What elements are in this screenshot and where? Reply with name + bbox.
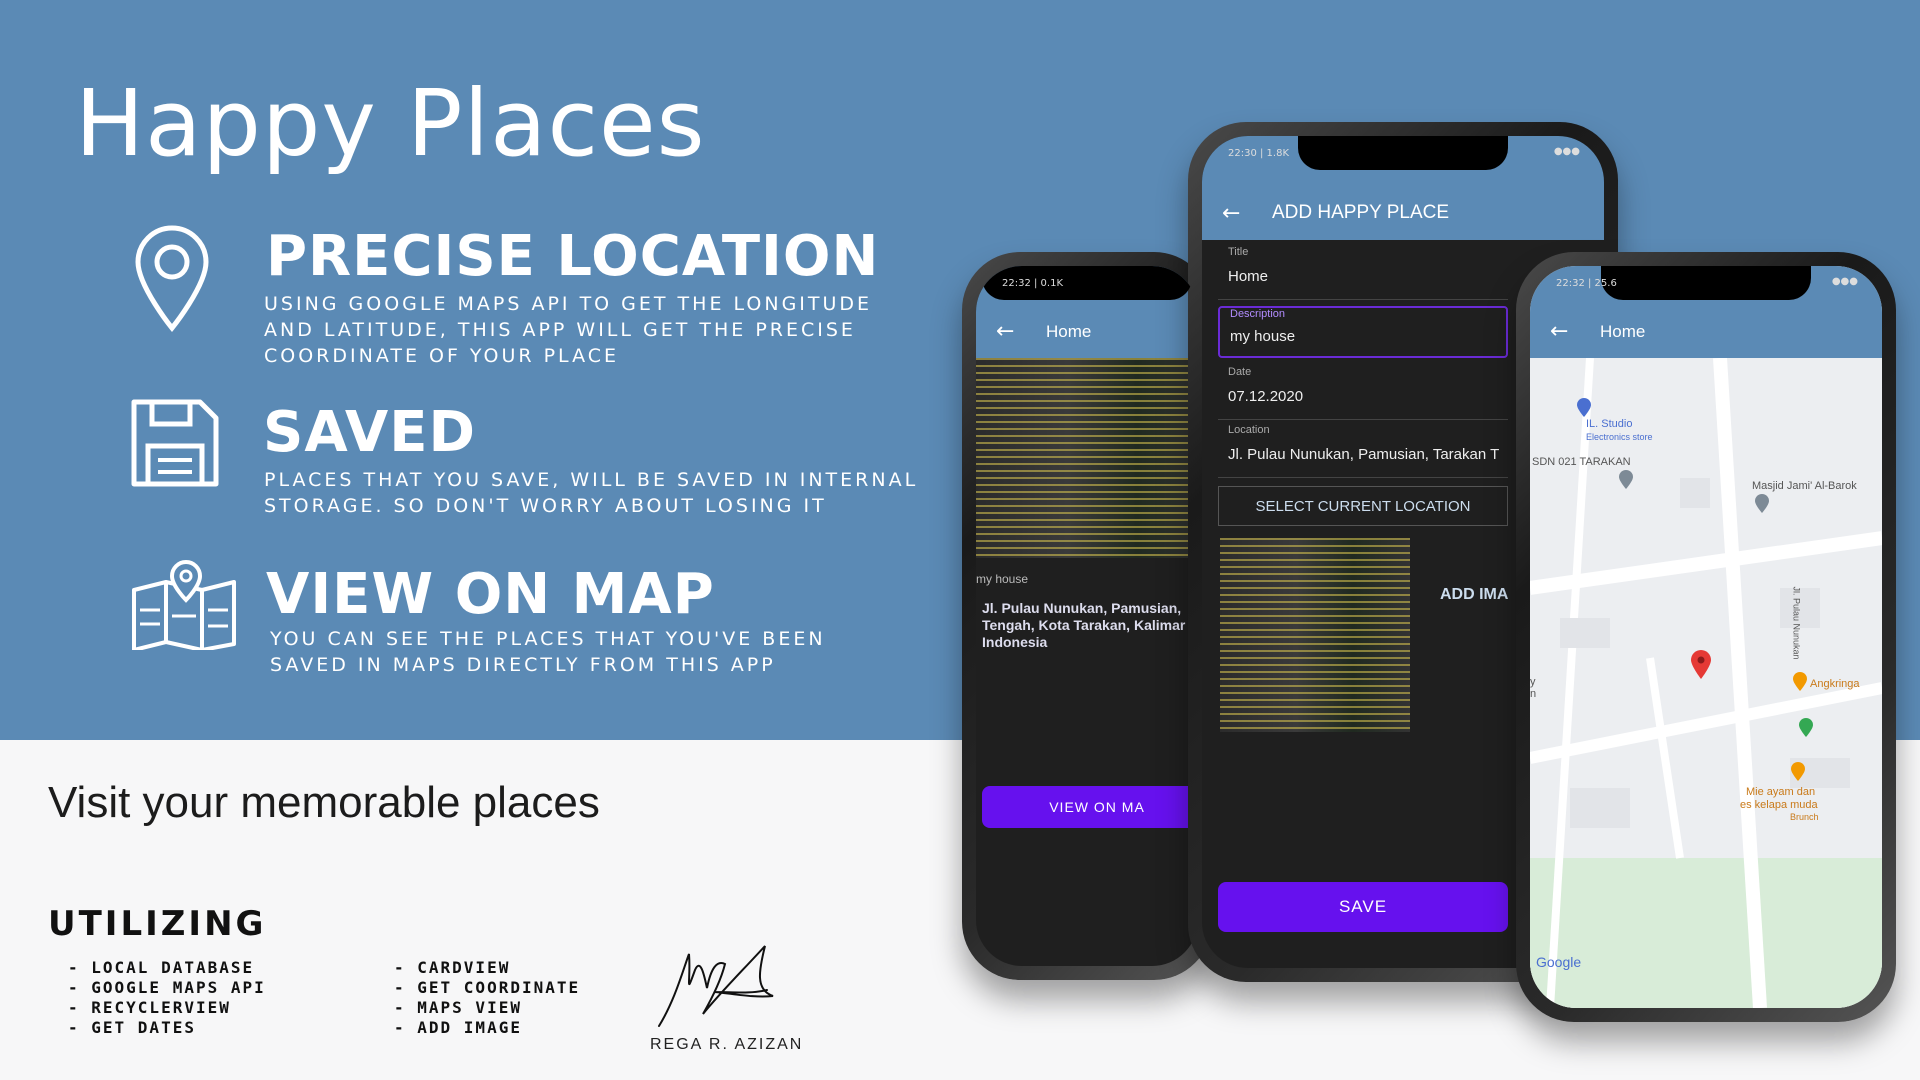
map-label-road: Jl. Pulau Nunukan <box>1791 586 1802 660</box>
list-item: GET DATES <box>68 1018 266 1038</box>
feature-text-precise-location: USING GOOGLE MAPS API TO GET THE LONGITU… <box>264 293 873 367</box>
phone-screen: 22:32 | 25.6 ●●● ← Home IL. Studio Elect… <box>1530 266 1882 1008</box>
school-pin-icon <box>1619 470 1633 489</box>
app-title: Happy Places <box>75 70 706 177</box>
selected-image-preview <box>1220 538 1410 732</box>
utilizing-title: UTILIZING <box>48 904 267 944</box>
feature-heading-view-on-map: VIEW ON MAP <box>266 562 715 627</box>
app-bar-title: Home <box>1600 322 1646 341</box>
store-pin-icon <box>1577 398 1591 417</box>
utilizing-list-2: CARDVIEW GET COORDINATE MAPS VIEW ADD IM… <box>394 958 580 1038</box>
location-field-label: Location <box>1228 424 1270 436</box>
map-view[interactable]: IL. Studio Electronics store SDN 021 TAR… <box>1530 358 1882 1008</box>
place-description: my house <box>976 572 1029 586</box>
add-image-button[interactable]: ADD IMA <box>1440 586 1508 604</box>
food-pin-icon <box>1791 762 1805 781</box>
feature-heading-precise-location: PRECISE LOCATION <box>266 224 880 289</box>
utilizing-list-1: LOCAL DATABASE GOOGLE MAPS API RECYCLERV… <box>68 958 266 1038</box>
feature-text-view-on-map: YOU CAN SEE THE PLACES THAT YOU'VE BEEN … <box>270 628 826 676</box>
feature-text-saved: PLACES THAT YOU SAVE, WILL BE SAVED IN I… <box>264 469 919 517</box>
list-item: RECYCLERVIEW <box>68 998 266 1018</box>
view-on-map-button[interactable]: VIEW ON MA <box>982 786 1198 828</box>
list-item: MAPS VIEW <box>394 998 580 1018</box>
back-arrow-icon[interactable]: ← <box>1222 201 1240 226</box>
map-label-mosque: Masjid Jami' Al-Barok <box>1752 480 1857 492</box>
save-button[interactable]: SAVE <box>1218 882 1508 932</box>
location-field-value: Jl. Pulau Nunukan, Pamusian, Tarakan T <box>1228 446 1500 463</box>
description-field-label: Description <box>1230 308 1286 320</box>
title-field-value: Home <box>1228 268 1269 285</box>
status-icons: ●●● <box>1831 276 1858 287</box>
phone-screen: 22:32 | 0.1K ← Home my house Jl. Pulau N… <box>976 266 1198 966</box>
select-current-location-button[interactable]: SELECT CURRENT LOCATION <box>1218 486 1508 526</box>
date-field-value: 07.12.2020 <box>1228 388 1304 405</box>
description-field[interactable]: Description my house <box>1218 306 1508 358</box>
map-label-food-1: Mie ayam dan <box>1746 786 1816 798</box>
map-label-studio: IL. Studio <box>1586 418 1633 430</box>
feature-heading-saved: SAVED <box>263 400 476 465</box>
back-arrow-icon[interactable]: ← <box>996 319 1014 344</box>
folded-map-icon <box>130 560 238 650</box>
map-label-angkringan: Angkringa <box>1810 678 1860 690</box>
status-bar-time: 22:32 | 25.6 <box>1556 278 1617 289</box>
floppy-disk-icon <box>130 398 220 488</box>
phone-notch <box>1601 266 1811 300</box>
date-field[interactable]: Date 07.12.2020 <box>1218 362 1508 420</box>
list-item: GOOGLE MAPS API <box>68 978 266 998</box>
google-logo: Google <box>1536 954 1582 970</box>
phone-notch <box>1298 136 1508 170</box>
map-label-studio-sub: Electronics store <box>1586 432 1653 442</box>
list-item: ADD IMAGE <box>394 1018 580 1038</box>
app-bar-title: Home <box>1046 322 1092 341</box>
title-field[interactable]: Title Home <box>1218 242 1508 300</box>
description-field-value: my house <box>1230 328 1296 345</box>
map-label-food-3: Brunch <box>1790 812 1819 822</box>
list-item: GET COORDINATE <box>394 978 580 998</box>
phone-map-screen: 22:32 | 25.6 ●●● ← Home IL. Studio Elect… <box>1516 252 1896 1022</box>
list-item: CARDVIEW <box>394 958 580 978</box>
status-bar-time: 22:32 | 0.1K <box>1002 278 1064 289</box>
tagline: Visit your memorable places <box>48 778 600 827</box>
map-label-side: y n <box>1530 676 1537 700</box>
status-bar-time: 22:30 | 1.8K <box>1228 148 1290 159</box>
mosque-pin-icon <box>1755 494 1769 513</box>
restaurant-pin-icon <box>1793 672 1807 691</box>
map-label-food-2: es kelapa muda <box>1740 799 1818 811</box>
back-arrow-icon[interactable]: ← <box>1550 319 1568 344</box>
status-icons: ●●● <box>1553 146 1580 157</box>
place-address: Jl. Pulau Nunukan, Pamusian, Tengah, Kot… <box>982 600 1186 650</box>
signature-image <box>655 940 795 1034</box>
list-item: LOCAL DATABASE <box>68 958 266 978</box>
map-label-school: SDN 021 TARAKAN <box>1532 456 1631 468</box>
author-name: REGA R. AZIZAN <box>650 1036 804 1053</box>
app-bar-title: ADD HAPPY PLACE <box>1272 202 1450 223</box>
date-field-label: Date <box>1228 366 1252 378</box>
location-field[interactable]: Location Jl. Pulau Nunukan, Pamusian, Ta… <box>1218 420 1508 478</box>
place-image <box>976 358 1198 558</box>
location-marker-icon[interactable] <box>1690 650 1712 680</box>
title-field-label: Title <box>1228 246 1249 258</box>
phone-detail-screen: 22:32 | 0.1K ← Home my house Jl. Pulau N… <box>962 252 1212 980</box>
map-pin-icon <box>132 224 212 334</box>
park-pin-icon <box>1799 718 1813 737</box>
